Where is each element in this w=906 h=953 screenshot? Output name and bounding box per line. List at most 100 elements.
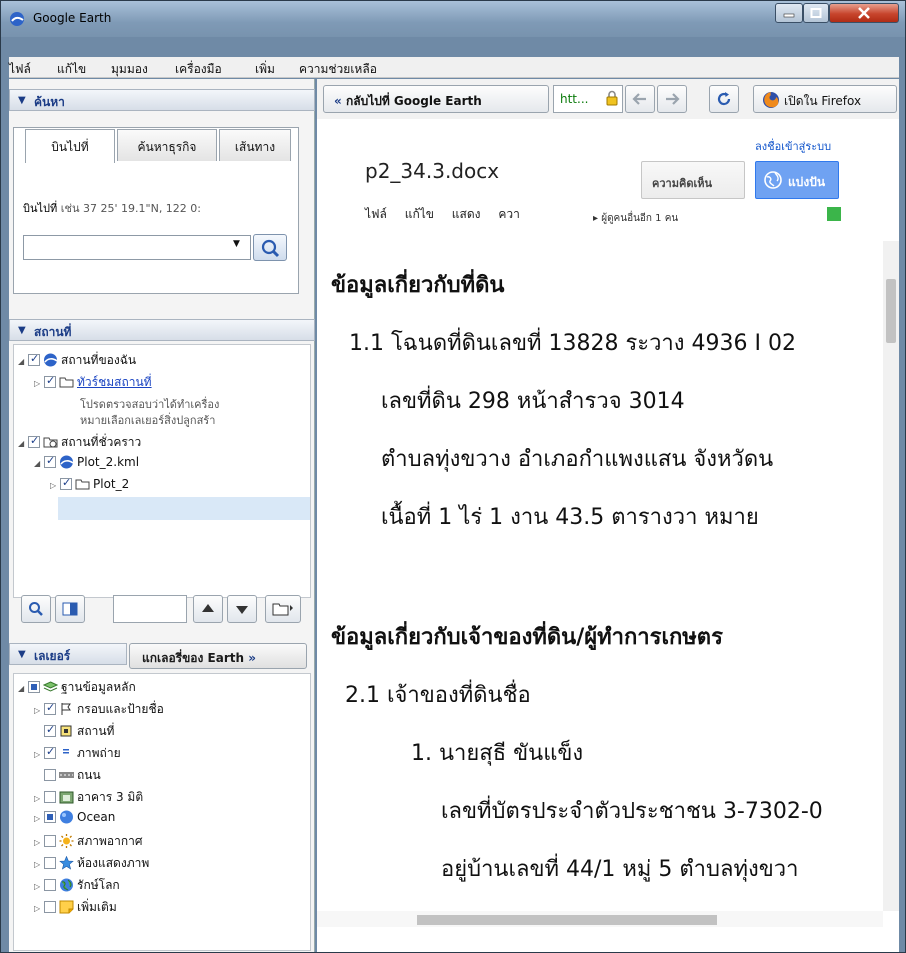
tree-item-plot-folder[interactable]: ▷Plot_2 — [50, 476, 129, 497]
collapsed-arrow-icon[interactable]: ▷ — [34, 814, 44, 823]
collapsed-arrow-icon[interactable]: ▷ — [34, 706, 44, 715]
section-heading: ข้อมูลเกี่ยวกับที่ดิน — [331, 273, 505, 298]
title-bar[interactable]: Google Earth — [1, 1, 905, 37]
checkbox[interactable] — [44, 374, 56, 388]
tab-fly-to[interactable]: บินไปที่ — [25, 129, 115, 163]
horizontal-scrollbar[interactable] — [317, 911, 883, 927]
document-title[interactable]: p2_34.3.docx — [365, 159, 499, 183]
layer-3d-buildings[interactable]: ▷ อาคาร 3 มิติ — [34, 788, 143, 808]
other-viewers-label[interactable]: ▸ ผู้ดูคนอื่นอีก 1 คน — [593, 211, 678, 226]
layer-borders-labels[interactable]: ▷กรอบและป้ายชื่อ — [34, 700, 164, 720]
lock-icon — [606, 90, 618, 106]
collapsed-arrow-icon[interactable]: ▷ — [34, 838, 44, 847]
sign-in-link[interactable]: ลงชื่อเข้าสู่ระบบ — [755, 137, 831, 155]
vertical-scroll-thumb[interactable] — [886, 279, 896, 343]
menu-tools[interactable]: เครื่องมือ — [175, 60, 222, 79]
checkbox[interactable] — [44, 791, 56, 803]
doc-line: 1. นายสุธี ขันแข็ง — [411, 741, 584, 766]
road-icon — [59, 772, 74, 778]
fly-to-input[interactable] — [23, 235, 251, 260]
back-to-google-earth-button[interactable]: « กลับไปที่ Google Earth — [323, 85, 549, 113]
doc-menu-view[interactable]: แสดง — [452, 207, 481, 221]
layer-primary-database[interactable]: ◢ ฐานข้อมูลหลัก — [18, 678, 136, 698]
layer-global-awareness[interactable]: ▷ รักษ์โลก — [34, 876, 120, 896]
tree-item-my-places[interactable]: ◢สถานที่ของฉัน — [18, 351, 136, 371]
menu-view[interactable]: มุมมอง — [111, 60, 148, 79]
expanded-arrow-icon[interactable]: ◢ — [18, 684, 28, 693]
open-in-firefox-button[interactable]: เปิดใน Firefox — [753, 85, 897, 113]
menu-file[interactable]: ไฟล์ — [9, 60, 31, 79]
layers-panel-header[interactable]: ▼ เลเยอร์ — [9, 643, 127, 665]
expanded-arrow-icon[interactable]: ◢ — [18, 357, 28, 366]
layer-gallery[interactable]: ▷ ห้องแสดงภาพ — [34, 854, 149, 874]
doc-menu-file[interactable]: ไฟล์ — [365, 207, 387, 221]
collapsed-arrow-icon[interactable]: ▷ — [34, 794, 44, 803]
collapsed-arrow-icon[interactable]: ▷ — [34, 904, 44, 913]
checkbox[interactable] — [44, 701, 56, 715]
earth-gallery-button[interactable]: แกเลอรี่ของ Earth » — [129, 643, 307, 669]
collapsed-arrow-icon[interactable]: ▷ — [50, 481, 60, 490]
tab-directions[interactable]: เส้นทาง — [219, 129, 291, 161]
menu-edit[interactable]: แก้ไข — [57, 60, 86, 79]
layer-photos[interactable]: ▷ภาพถ่าย — [34, 744, 121, 764]
tab-find-business[interactable]: ค้นหาธุรกิจ — [117, 129, 217, 161]
layer-ocean[interactable]: ▷ Ocean — [34, 810, 115, 830]
checkbox[interactable] — [44, 811, 56, 823]
comments-button[interactable]: ความคิดเห็น — [641, 161, 745, 199]
new-folder-button[interactable] — [265, 595, 301, 623]
doc-menu-bar: ไฟล์ แก้ไข แสดง ควา — [365, 205, 534, 224]
checkbox[interactable] — [44, 454, 56, 468]
toggle-panel-button[interactable] — [55, 595, 85, 623]
browser-back-button[interactable] — [625, 85, 655, 113]
layer-places[interactable]: สถานที่ — [34, 722, 114, 742]
horizontal-scroll-thumb[interactable] — [417, 915, 717, 925]
browser-forward-button[interactable] — [657, 85, 687, 113]
places-panel-header[interactable]: ▼ สถานที่ — [9, 319, 315, 341]
search-panel-header[interactable]: ▼ ค้นหา — [9, 89, 315, 111]
places-filter-input[interactable] — [113, 595, 187, 623]
collapsed-arrow-icon[interactable]: ▷ — [34, 379, 44, 388]
checkbox[interactable] — [44, 857, 56, 869]
share-button[interactable]: แบ่งปัน — [755, 161, 839, 199]
doc-line: 2.1 เจ้าของที่ดินชื่อ — [345, 683, 531, 708]
layer-weather[interactable]: ▷ สภาพอากาศ — [34, 832, 142, 852]
checkbox[interactable] — [44, 835, 56, 847]
earth-globe-icon — [44, 353, 58, 367]
close-button[interactable] — [829, 3, 899, 23]
search-button[interactable] — [253, 234, 287, 261]
checkbox[interactable] — [28, 681, 40, 693]
menu-help[interactable]: ความช่วยเหลือ — [299, 60, 377, 79]
move-down-button[interactable] — [227, 595, 257, 623]
doc-line: เลขที่ดิน 298 หน้าสำรวจ 3014 — [381, 389, 685, 414]
browser-reload-button[interactable] — [709, 85, 739, 113]
expanded-arrow-icon[interactable]: ◢ — [34, 459, 44, 468]
checkbox[interactable] — [44, 745, 56, 759]
menu-add[interactable]: เพิ่ม — [255, 60, 275, 79]
tree-item-kml-file[interactable]: ◢Plot_2.kml — [34, 454, 139, 475]
collapsed-arrow-icon[interactable]: ▷ — [34, 882, 44, 891]
maximize-button[interactable] — [803, 3, 829, 23]
checkbox[interactable] — [28, 434, 40, 448]
tree-item-tour[interactable]: ▷ทัวร์ชมสถานที่ — [34, 373, 152, 393]
checkbox[interactable] — [44, 723, 56, 737]
checkbox[interactable] — [44, 769, 56, 781]
checkbox[interactable] — [44, 901, 56, 913]
tree-item-temporary-places[interactable]: ◢สถานที่ชั่วคราว — [18, 433, 141, 453]
minimize-button[interactable] — [775, 3, 803, 23]
collapsed-arrow-icon[interactable]: ▷ — [34, 750, 44, 759]
doc-menu-help-truncated[interactable]: ควา — [498, 207, 520, 221]
dropdown-arrow-icon[interactable]: ▼ — [233, 239, 240, 249]
collapsed-arrow-icon[interactable]: ▷ — [34, 860, 44, 869]
expanded-arrow-icon[interactable]: ◢ — [18, 439, 28, 448]
vertical-scrollbar[interactable] — [883, 241, 899, 911]
checkbox[interactable] — [44, 879, 56, 891]
doc-menu-edit[interactable]: แก้ไข — [405, 207, 434, 221]
checkbox[interactable] — [60, 476, 72, 490]
layer-more[interactable]: ▷ เพิ่มเติม — [34, 898, 117, 918]
layer-roads[interactable]: ถนน — [34, 766, 101, 786]
checkbox[interactable] — [28, 352, 40, 366]
green-globe-icon — [60, 878, 73, 892]
places-search-button[interactable] — [21, 595, 51, 623]
move-up-button[interactable] — [193, 595, 223, 623]
earth-globe-icon — [60, 455, 74, 469]
